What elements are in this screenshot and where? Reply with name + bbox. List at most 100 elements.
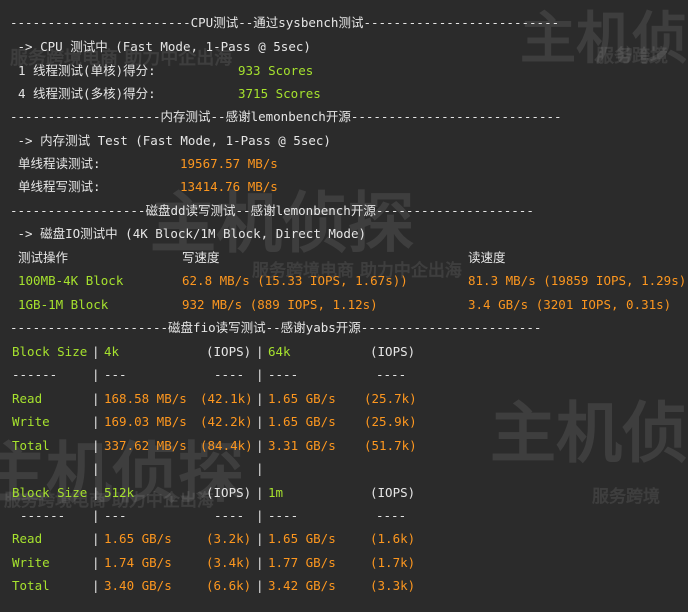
memory-read-value: 19567.57 MB/s	[180, 156, 278, 171]
fio-bs1: 4k	[104, 344, 120, 359]
fio-pipe: |	[92, 531, 100, 546]
dd-row-read: 81.3 MB/s (19859 IOPS, 1.29s)	[468, 273, 687, 288]
fio-sep-label: ------	[20, 508, 66, 523]
dd-col-write: 写速度	[182, 250, 220, 265]
fio-iops: (51.7k)	[364, 438, 417, 453]
fio-row-label: Write	[12, 555, 50, 570]
dd-row-write: 62.8 MB/s (15.33 IOPS, 1.67s))	[182, 273, 408, 288]
fio-iops: (84.4k)	[200, 438, 253, 453]
fio-iops2-head: (IOPS)	[370, 344, 416, 359]
memory-write-label: 单线程写测试:	[18, 179, 101, 194]
fio-value: 337.62 MB/s	[104, 438, 187, 453]
fio-value: 1.74 GB/s	[104, 555, 172, 570]
fio-iops: (1.7k)	[370, 555, 416, 570]
cpu-single-score: 933 Scores	[238, 63, 314, 78]
fio-pipe: |	[256, 344, 264, 359]
dd-col-read: 读速度	[468, 250, 506, 265]
fio-blocksize-label: Block Size	[12, 344, 88, 359]
disk-dd-mode-line: -> 磁盘IO测试中 (4K Block/1M Block, Direct Mo…	[10, 226, 366, 241]
cpu-multi-label: 4 线程测试(多核)得分:	[18, 86, 156, 101]
fio-row-label: Total	[12, 578, 50, 593]
fio-iops: (3.4k)	[206, 555, 252, 570]
fio-pipe: |	[92, 414, 100, 429]
fio-iops: (42.1k)	[200, 391, 253, 406]
fio-row-label: Read	[12, 531, 43, 546]
fio-iops2-head: (IOPS)	[370, 485, 416, 500]
fio-sep-label: ------	[12, 367, 58, 382]
fio-value: 1.65 GB/s	[268, 414, 336, 429]
fio-row-label: Total	[12, 438, 50, 453]
fio-sep: ----	[376, 508, 407, 523]
dd-row-op: 1GB-1M Block	[18, 297, 109, 312]
disk-dd-section-header: ------------------磁盘dd读写测试--感谢lemonbench…	[10, 203, 534, 218]
fio-iops: (25.9k)	[364, 414, 417, 429]
fio-blocksize-label: Block Size	[12, 485, 88, 500]
disk-fio-section-header: ---------------------磁盘fio读写测试--感谢yabs开源…	[10, 320, 542, 335]
fio-pipe: |	[92, 367, 100, 382]
cpu-multi-score: 3715 Scores	[238, 86, 321, 101]
fio-sep: ----	[214, 508, 245, 523]
fio-sep: ----	[214, 367, 245, 382]
fio-iops: (25.7k)	[364, 391, 417, 406]
fio-pipe: |	[256, 414, 264, 429]
dd-row-read: 3.4 GB/s (3201 IOPS, 0.31s)	[468, 297, 672, 312]
dd-col-op: 测试操作	[18, 250, 69, 265]
memory-section-header: --------------------内存测试--感谢lemonbench开源…	[10, 109, 562, 124]
memory-write-value: 13414.76 MB/s	[180, 179, 278, 194]
watermark-slogan-top-right: 服务跨境	[596, 46, 668, 67]
fio-pipe: |	[92, 485, 100, 500]
fio-value: 1.65 GB/s	[268, 531, 336, 546]
terminal-output: 主机侦探 服务跨境 服务跨境电商 助力中企出海 主机侦探 服务跨境电商 助力中企…	[0, 0, 688, 612]
fio-pipe: |	[256, 555, 264, 570]
fio-sep: ----	[268, 508, 299, 523]
fio-pipe: |	[256, 438, 264, 453]
fio-pipe: |	[256, 391, 264, 406]
fio-value: 1.65 GB/s	[104, 531, 172, 546]
fio-iops: (6.6k)	[206, 578, 252, 593]
fio-pipe: |	[92, 461, 100, 476]
fio-value: 3.31 GB/s	[268, 438, 336, 453]
watermark-brand-top: 主机侦探	[520, 7, 688, 72]
fio-bs2: 1m	[268, 485, 284, 500]
fio-sep: ---	[104, 367, 127, 382]
fio-pipe: |	[256, 578, 264, 593]
memory-read-label: 单线程读测试:	[18, 156, 101, 171]
fio-value: 169.03 MB/s	[104, 414, 187, 429]
fio-value: 168.58 MB/s	[104, 391, 187, 406]
fio-value: 1.65 GB/s	[268, 391, 336, 406]
fio-sep: ---	[104, 508, 127, 523]
fio-iops: (42.2k)	[200, 414, 253, 429]
fio-row-label: Write	[12, 414, 50, 429]
dd-row-write: 932 MB/s (889 IOPS, 1.12s)	[182, 297, 378, 312]
fio-iops: (3.2k)	[206, 531, 252, 546]
dd-row-op: 100MB-4K Block	[18, 273, 124, 288]
fio-sep: ----	[376, 367, 407, 382]
fio-pipe: |	[256, 367, 264, 382]
fio-pipe: |	[92, 508, 100, 523]
fio-iops1-head: (IOPS)	[206, 344, 252, 359]
fio-iops: (1.6k)	[370, 531, 416, 546]
fio-pipe: |	[256, 461, 264, 476]
fio-value: 3.40 GB/s	[104, 578, 172, 593]
watermark-brand-lower: 主机侦探	[490, 395, 688, 472]
fio-pipe: |	[256, 485, 264, 500]
cpu-section-header: ------------------------CPU测试--通过sysbenc…	[10, 15, 560, 30]
fio-pipe: |	[92, 438, 100, 453]
fio-pipe: |	[92, 344, 100, 359]
cpu-single-label: 1 线程测试(单核)得分:	[18, 63, 156, 78]
fio-iops: (3.3k)	[370, 578, 416, 593]
fio-pipe: |	[92, 391, 100, 406]
fio-bs1: 512k	[104, 485, 135, 500]
fio-pipe: |	[92, 578, 100, 593]
fio-value: 3.42 GB/s	[268, 578, 336, 593]
fio-bs2: 64k	[268, 344, 291, 359]
fio-sep: ----	[268, 367, 299, 382]
fio-pipe: |	[92, 555, 100, 570]
cpu-mode-line: -> CPU 测试中 (Fast Mode, 1-Pass @ 5sec)	[10, 39, 311, 54]
fio-row-label: Read	[12, 391, 43, 406]
watermark-slogan-lower: 服务跨境	[592, 487, 660, 507]
fio-pipe: |	[256, 531, 264, 546]
fio-pipe: |	[256, 508, 264, 523]
memory-mode-line: -> 内存测试 Test (Fast Mode, 1-Pass @ 5sec)	[10, 133, 331, 148]
fio-iops1-head: (IOPS)	[206, 485, 252, 500]
